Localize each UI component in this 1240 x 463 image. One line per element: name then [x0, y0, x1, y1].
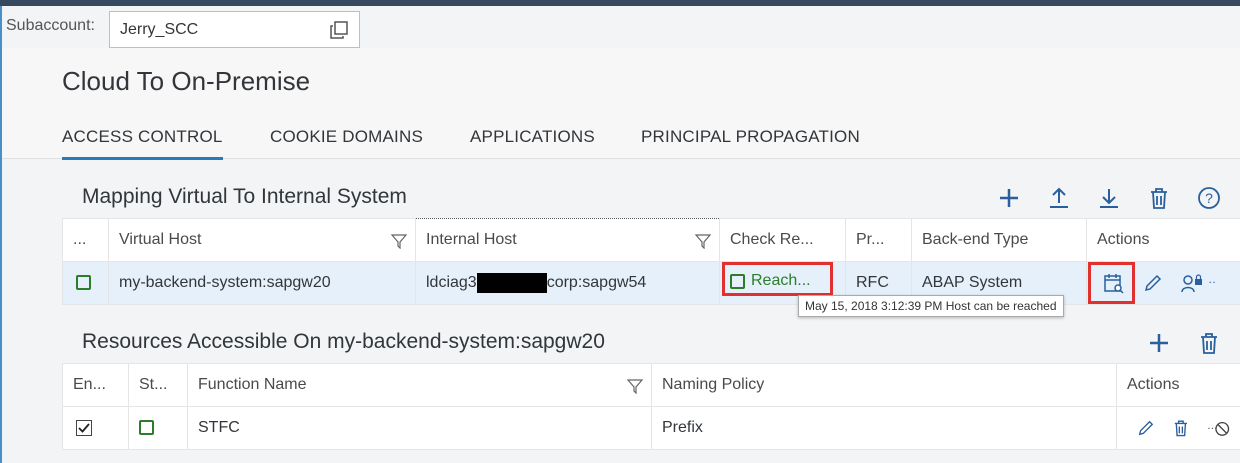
check-result-highlight	[722, 262, 833, 296]
delete-icon[interactable]	[1146, 185, 1172, 211]
tab-applications[interactable]: APPLICATIONS	[470, 127, 595, 147]
status-indicator	[139, 420, 154, 436]
resources-header-row: En... St... Function Name Naming Policy …	[62, 363, 1240, 407]
status-indicator	[76, 275, 91, 291]
page-header: Cloud To On-Premise ACCESS CONTROL COOKI…	[2, 48, 1240, 160]
column-header-naming-policy[interactable]: Naming Policy	[651, 363, 1117, 407]
mapping-table: ... Virtual Host Internal Host Check Re.…	[62, 218, 1240, 305]
enabled-cell	[62, 406, 129, 450]
column-header-actions: Actions	[1116, 363, 1240, 407]
svg-text:…: …	[1208, 273, 1215, 286]
table-row[interactable]: STFC Prefix …	[62, 406, 1240, 450]
column-header-backend-type[interactable]: Back-end Type	[911, 218, 1087, 262]
tab-principal-propagation[interactable]: PRINCIPAL PROPAGATION	[641, 127, 860, 147]
column-header-virtual-host-label: Virtual Host	[119, 231, 202, 248]
page-title: Cloud To On-Premise	[62, 66, 311, 96]
disable-icon[interactable]: …	[1207, 417, 1230, 439]
help-icon[interactable]: ?	[1196, 185, 1222, 211]
subaccount-row: Subaccount: Jerry_SCC	[0, 6, 1240, 48]
column-header-actions: Actions	[1086, 218, 1240, 262]
add-icon[interactable]	[1146, 330, 1172, 356]
filter-icon[interactable]	[391, 233, 407, 249]
column-header-select[interactable]: ...	[62, 218, 109, 262]
status-cell	[62, 261, 109, 305]
tab-access-control[interactable]: ACCESS CONTROL	[62, 127, 223, 160]
column-header-internal-host[interactable]: Internal Host	[415, 218, 720, 262]
download-icon[interactable]	[1096, 185, 1122, 211]
column-header-internal-host-label: Internal Host	[426, 231, 517, 248]
resources-section-title: Resources Accessible On my-backend-syste…	[82, 330, 605, 353]
actions-cell: …	[1116, 406, 1240, 450]
function-name-cell: STFC	[187, 406, 652, 450]
reachability-tooltip: May 15, 2018 3:12:39 PM Host can be reac…	[798, 295, 1064, 317]
column-header-function-name-label: Function Name	[198, 376, 307, 393]
add-icon[interactable]	[996, 185, 1022, 211]
open-switch-icon[interactable]	[329, 20, 349, 40]
redacted-block	[476, 273, 547, 293]
check-action-highlight	[1088, 262, 1135, 304]
delete-icon[interactable]	[1196, 330, 1222, 356]
filter-icon[interactable]	[695, 233, 711, 249]
mapping-section-title: Mapping Virtual To Internal System	[82, 185, 407, 208]
virtual-host-cell: my-backend-system:sapgw20	[108, 261, 416, 305]
edit-icon[interactable]	[1143, 273, 1163, 293]
checkmark-icon	[78, 423, 90, 433]
upload-icon[interactable]	[1046, 185, 1072, 211]
naming-policy-cell: Prefix	[651, 406, 1117, 450]
internal-host-cell: ldciag3 corp:sapgw54	[415, 261, 720, 305]
internal-host-suffix: corp:sapgw54	[546, 274, 647, 292]
column-header-enabled[interactable]: En...	[62, 363, 129, 407]
mapping-header-row: ... Virtual Host Internal Host Check Re.…	[62, 218, 1240, 262]
column-header-function-name[interactable]: Function Name	[187, 363, 652, 407]
subaccount-label: Subaccount:	[6, 17, 95, 34]
edit-icon[interactable]	[1137, 418, 1155, 438]
enabled-checkbox[interactable]	[76, 419, 92, 436]
filter-icon[interactable]	[627, 378, 643, 394]
status-cell	[128, 406, 188, 450]
subaccount-value: Jerry_SCC	[120, 21, 199, 38]
delete-icon[interactable]	[1171, 417, 1191, 439]
column-header-protocol[interactable]: Pr...	[845, 218, 912, 262]
svg-text:?: ?	[1205, 190, 1213, 206]
column-header-virtual-host[interactable]: Virtual Host	[108, 218, 416, 262]
resources-table: En... St... Function Name Naming Policy …	[62, 363, 1240, 450]
internal-host-prefix: ldciag3	[426, 274, 477, 292]
tab-cookie-domains[interactable]: COOKIE DOMAINS	[270, 127, 423, 147]
user-lock-icon[interactable]: …	[1181, 273, 1215, 293]
subaccount-selector[interactable]: Jerry_SCC	[109, 11, 360, 48]
column-header-check-result[interactable]: Check Re...	[719, 218, 846, 262]
column-header-status[interactable]: St...	[128, 363, 188, 407]
